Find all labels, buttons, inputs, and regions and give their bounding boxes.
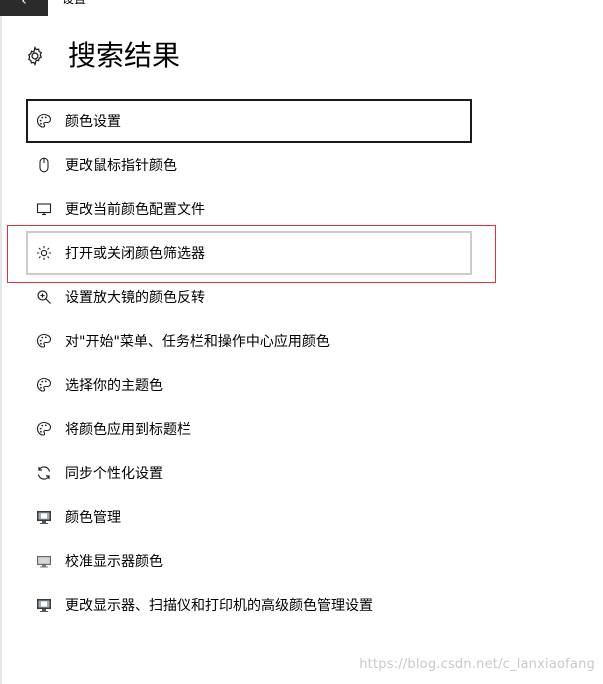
- search-result-label: 颜色设置: [65, 114, 121, 130]
- back-button[interactable]: ‹: [0, 0, 48, 16]
- search-result-item[interactable]: 对"开始"菜单、任务栏和操作中心应用颜色: [26, 319, 496, 363]
- window-left-border: [0, 0, 2, 684]
- window-title: 设置: [62, 0, 86, 7]
- calibrate-display-icon: [35, 552, 53, 570]
- search-result-item[interactable]: 更改鼠标指针颜色: [26, 143, 496, 187]
- sync-icon: [35, 464, 53, 482]
- search-result-item[interactable]: 打开或关闭颜色筛选器: [26, 231, 472, 275]
- search-result-label: 更改显示器、扫描仪和打印机的高级颜色管理设置: [65, 598, 373, 614]
- monitor-icon: [35, 200, 53, 218]
- title-bar: ‹ 设置: [0, 0, 603, 16]
- search-result-item[interactable]: 颜色设置: [26, 99, 472, 143]
- search-result-label: 校准显示器颜色: [65, 554, 163, 570]
- search-result-label: 颜色管理: [65, 510, 121, 526]
- search-result-label: 同步个性化设置: [65, 466, 163, 482]
- search-result-label: 更改鼠标指针颜色: [65, 158, 177, 174]
- search-result-item[interactable]: 颜色管理: [26, 495, 496, 539]
- color-management-icon: [35, 596, 53, 614]
- search-result-label: 更改当前颜色配置文件: [65, 202, 205, 218]
- search-result-label: 将颜色应用到标题栏: [65, 422, 191, 438]
- color-management-icon: [35, 508, 53, 526]
- search-result-item[interactable]: 选择你的主题色: [26, 363, 496, 407]
- search-result-label: 对"开始"菜单、任务栏和操作中心应用颜色: [65, 334, 330, 350]
- brightness-icon: [35, 244, 53, 262]
- search-results-list: 颜色设置更改鼠标指针颜色更改当前颜色配置文件 打开或关闭颜色筛选器 设置放大镜的颜色…: [26, 99, 496, 627]
- mouse-icon: [35, 156, 53, 174]
- search-result-label: 选择你的主题色: [65, 378, 163, 394]
- search-result-label: 设置放大镜的颜色反转: [65, 290, 205, 306]
- search-result-label: 打开或关闭颜色筛选器: [65, 246, 205, 262]
- search-result-item[interactable]: 同步个性化设置: [26, 451, 496, 495]
- palette-icon: [35, 112, 53, 130]
- palette-icon: [35, 420, 53, 438]
- gear-icon: [22, 43, 48, 69]
- search-result-item[interactable]: 将颜色应用到标题栏: [26, 407, 496, 451]
- magnifier-icon: [35, 288, 53, 306]
- search-result-item[interactable]: 设置放大镜的颜色反转: [26, 275, 496, 319]
- search-result-item[interactable]: 更改当前颜色配置文件: [26, 187, 496, 231]
- search-result-item[interactable]: 更改显示器、扫描仪和打印机的高级颜色管理设置: [26, 583, 496, 627]
- page-header: 搜索结果: [22, 36, 180, 76]
- search-result-item[interactable]: 校准显示器颜色: [26, 539, 496, 583]
- back-arrow-icon: ‹: [21, 0, 27, 9]
- palette-icon: [35, 376, 53, 394]
- palette-icon: [35, 332, 53, 350]
- watermark: https://blog.csdn.net/c_lanxiaofang: [359, 657, 595, 672]
- page-title: 搜索结果: [68, 39, 181, 72]
